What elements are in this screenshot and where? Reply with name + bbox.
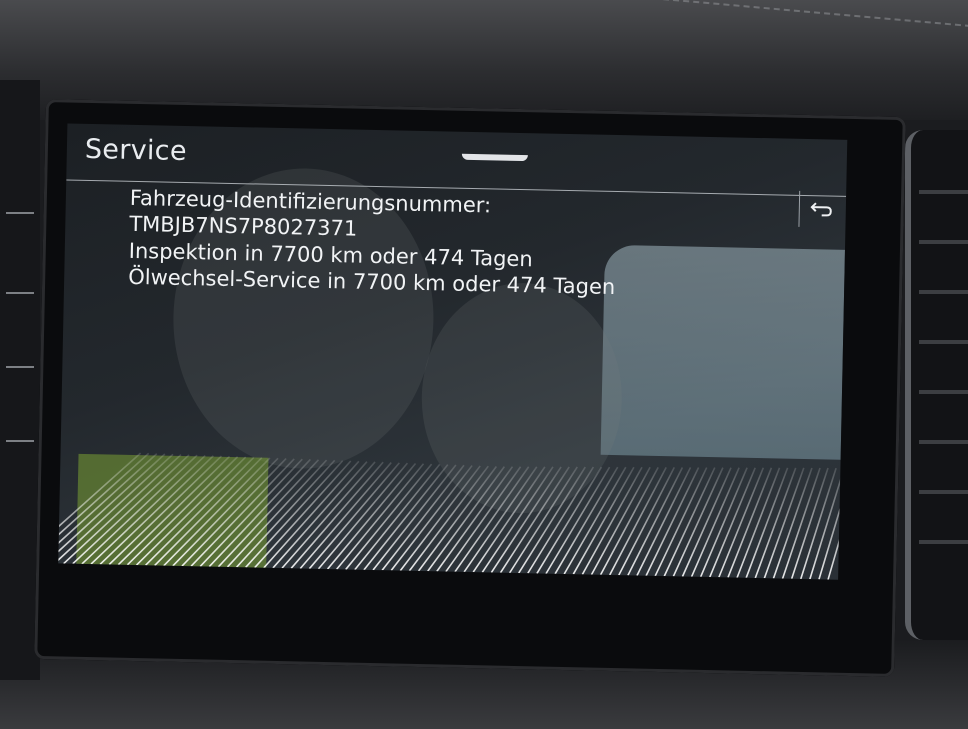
vent-slat (919, 340, 968, 344)
vent-slat (919, 240, 968, 244)
pattern-line (618, 467, 675, 576)
pattern-line (345, 463, 433, 570)
vent-slat (919, 190, 968, 194)
pattern-line (554, 466, 619, 575)
vent-slat (919, 440, 968, 444)
pattern-line (381, 464, 465, 571)
pattern-line (745, 467, 789, 579)
pattern-line (636, 467, 692, 576)
page-title: Service (84, 133, 188, 168)
trim-mark (6, 440, 34, 442)
pattern-line (572, 466, 635, 575)
pattern-line (336, 463, 425, 570)
pattern-line (527, 466, 595, 574)
vent-slat (919, 390, 968, 394)
pattern-line (390, 465, 473, 571)
trim-mark (6, 292, 34, 294)
pattern-line (754, 467, 797, 579)
left-trim (0, 80, 40, 680)
vent-slat (919, 540, 968, 544)
pattern-line (126, 456, 239, 566)
pattern-line (117, 455, 231, 566)
pattern-line (609, 466, 667, 576)
trim-mark (6, 212, 34, 214)
pattern-line (408, 465, 489, 572)
pattern-line (326, 462, 417, 570)
pattern-line (399, 465, 481, 572)
pattern-line (727, 467, 773, 578)
air-vent (905, 130, 968, 640)
pattern-line (627, 467, 684, 576)
vent-slat (919, 290, 968, 294)
trim-mark (6, 366, 34, 368)
pattern-line (99, 455, 214, 565)
pull-down-handle[interactable] (461, 153, 528, 162)
pattern-line (736, 467, 781, 578)
decorative-line-pattern (58, 452, 841, 580)
pattern-line (108, 455, 222, 566)
service-info: Fahrzeug-Identifizierungsnummer: TMBJB7N… (128, 185, 830, 305)
vent-slat (919, 490, 968, 494)
pattern-line (563, 466, 627, 575)
service-screen: Service Fahrzeug-Identifizierungsnummer:… (58, 123, 848, 580)
pattern-line (172, 457, 279, 567)
infotainment-display: Service Fahrzeug-Identifizierungsnummer:… (34, 99, 906, 677)
pattern-line (790, 467, 829, 580)
